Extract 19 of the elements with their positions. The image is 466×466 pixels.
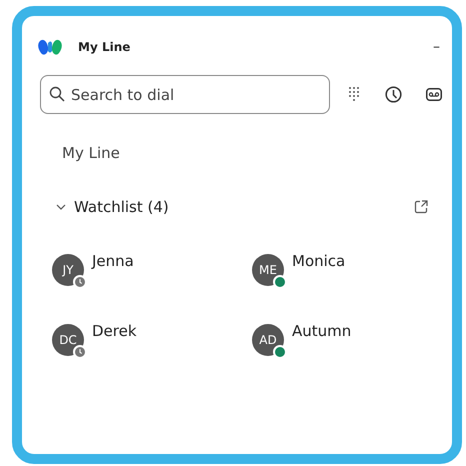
app-logo-icon <box>38 37 62 57</box>
contact-name[interactable]: Monica <box>292 250 346 272</box>
avatar[interactable]: JY <box>52 254 84 286</box>
voicemail-button[interactable] <box>426 88 442 101</box>
avatar[interactable]: AD <box>252 324 284 356</box>
watchlist-header[interactable]: Watchlist (4) <box>74 196 169 218</box>
contact-name[interactable]: Derek <box>92 320 137 342</box>
dialpad-button[interactable] <box>348 86 360 104</box>
call-history-button[interactable] <box>385 86 402 103</box>
chevron-icon[interactable] <box>56 203 66 212</box>
minimize-button[interactable]: – <box>433 36 440 58</box>
window-title: My Line <box>78 39 130 56</box>
external-link-icon[interactable] <box>414 200 428 214</box>
avatar[interactable]: DC <box>52 324 84 356</box>
search-field[interactable]: Search to dial <box>40 75 330 114</box>
contact-name[interactable]: Autumn <box>292 320 352 342</box>
section-label: My Line <box>62 144 120 162</box>
contact-name[interactable]: Jenna <box>92 250 134 272</box>
avatar[interactable]: ME <box>252 254 284 286</box>
